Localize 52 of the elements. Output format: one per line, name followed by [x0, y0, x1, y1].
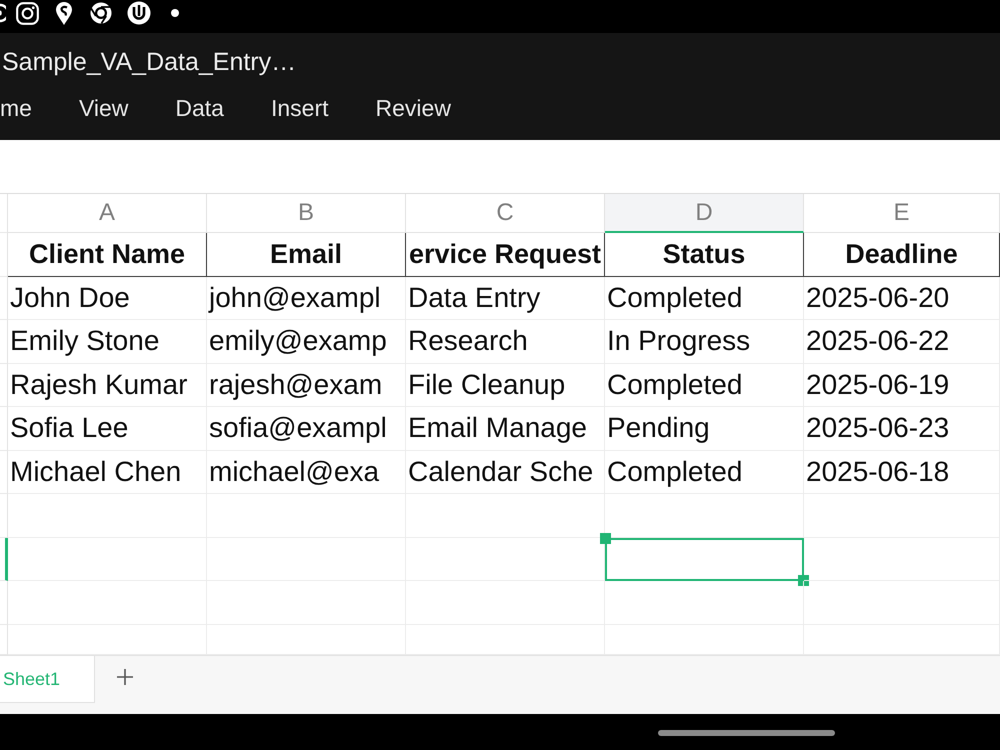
column-header[interactable]: C — [406, 194, 605, 233]
table-cell: sofia@exampl — [207, 407, 406, 450]
table-cell: Sofia Lee — [8, 407, 207, 450]
menu-tab[interactable]: Review — [376, 94, 451, 122]
column-header[interactable]: A — [8, 194, 207, 233]
table-cell: Calendar Sche — [406, 450, 605, 494]
table-cell: Rajesh Kumar — [8, 364, 207, 407]
table-cell: michael@exa — [207, 450, 406, 494]
sheet-tab[interactable]: Sheet1 — [0, 656, 95, 703]
selection-handle[interactable] — [600, 532, 611, 544]
table-header-cell: Deadline — [804, 233, 1000, 276]
table-header-cell: Status — [605, 233, 804, 276]
app-icon — [0, 3, 6, 23]
menu-tab[interactable]: Data — [175, 94, 224, 122]
column-header[interactable]: D — [605, 194, 804, 233]
table-cell: 2025-06-19 — [804, 364, 1000, 407]
column-header[interactable]: B — [207, 194, 406, 233]
add-sheet-button[interactable] — [117, 669, 133, 685]
table-header-cell: ervice Request — [406, 233, 605, 276]
table-cell: In Progress — [605, 320, 804, 364]
table-cell: john@exampl — [207, 276, 406, 320]
table-cell: Completed — [605, 450, 804, 494]
camera-outline-icon — [16, 2, 39, 24]
table-cell: Research — [406, 320, 605, 364]
notification-dot-icon — [171, 9, 179, 17]
table-cell: rajesh@exam — [207, 364, 406, 407]
table-cell: Completed — [605, 276, 804, 320]
selection-handle[interactable] — [798, 575, 809, 586]
table-cell: 2025-06-20 — [804, 276, 1000, 320]
menu-tab[interactable]: Insert — [270, 94, 329, 122]
table-cell: Completed — [605, 364, 804, 407]
table-header-cell: Email — [207, 233, 406, 276]
document-title: Sample_VA_Data_Entry… — [2, 47, 296, 77]
table-cell: Email Manage — [406, 407, 605, 450]
row-header[interactable] — [0, 538, 8, 581]
table-cell: emily@examp — [207, 320, 406, 364]
table-cell: File Cleanup — [406, 364, 605, 407]
menu-tab[interactable]: me — [0, 94, 32, 122]
table-cell: Pending — [605, 407, 804, 450]
corner-header[interactable] — [0, 194, 8, 233]
column-header[interactable]: E — [804, 194, 1000, 233]
table-cell: Michael Chen — [8, 450, 207, 494]
navigation-handle[interactable] — [658, 730, 835, 736]
table-cell: Data Entry — [406, 276, 605, 320]
plus-icon — [117, 669, 133, 685]
table-cell: 2025-06-18 — [804, 450, 1000, 494]
table-cell: Emily Stone — [8, 320, 207, 364]
table-cell: John Doe — [8, 276, 207, 320]
table-header-cell: Client Name — [8, 233, 207, 276]
table-cell: 2025-06-23 — [804, 407, 1000, 450]
menu-tab[interactable]: View — [78, 94, 128, 122]
table-cell: 2025-06-22 — [804, 320, 1000, 364]
